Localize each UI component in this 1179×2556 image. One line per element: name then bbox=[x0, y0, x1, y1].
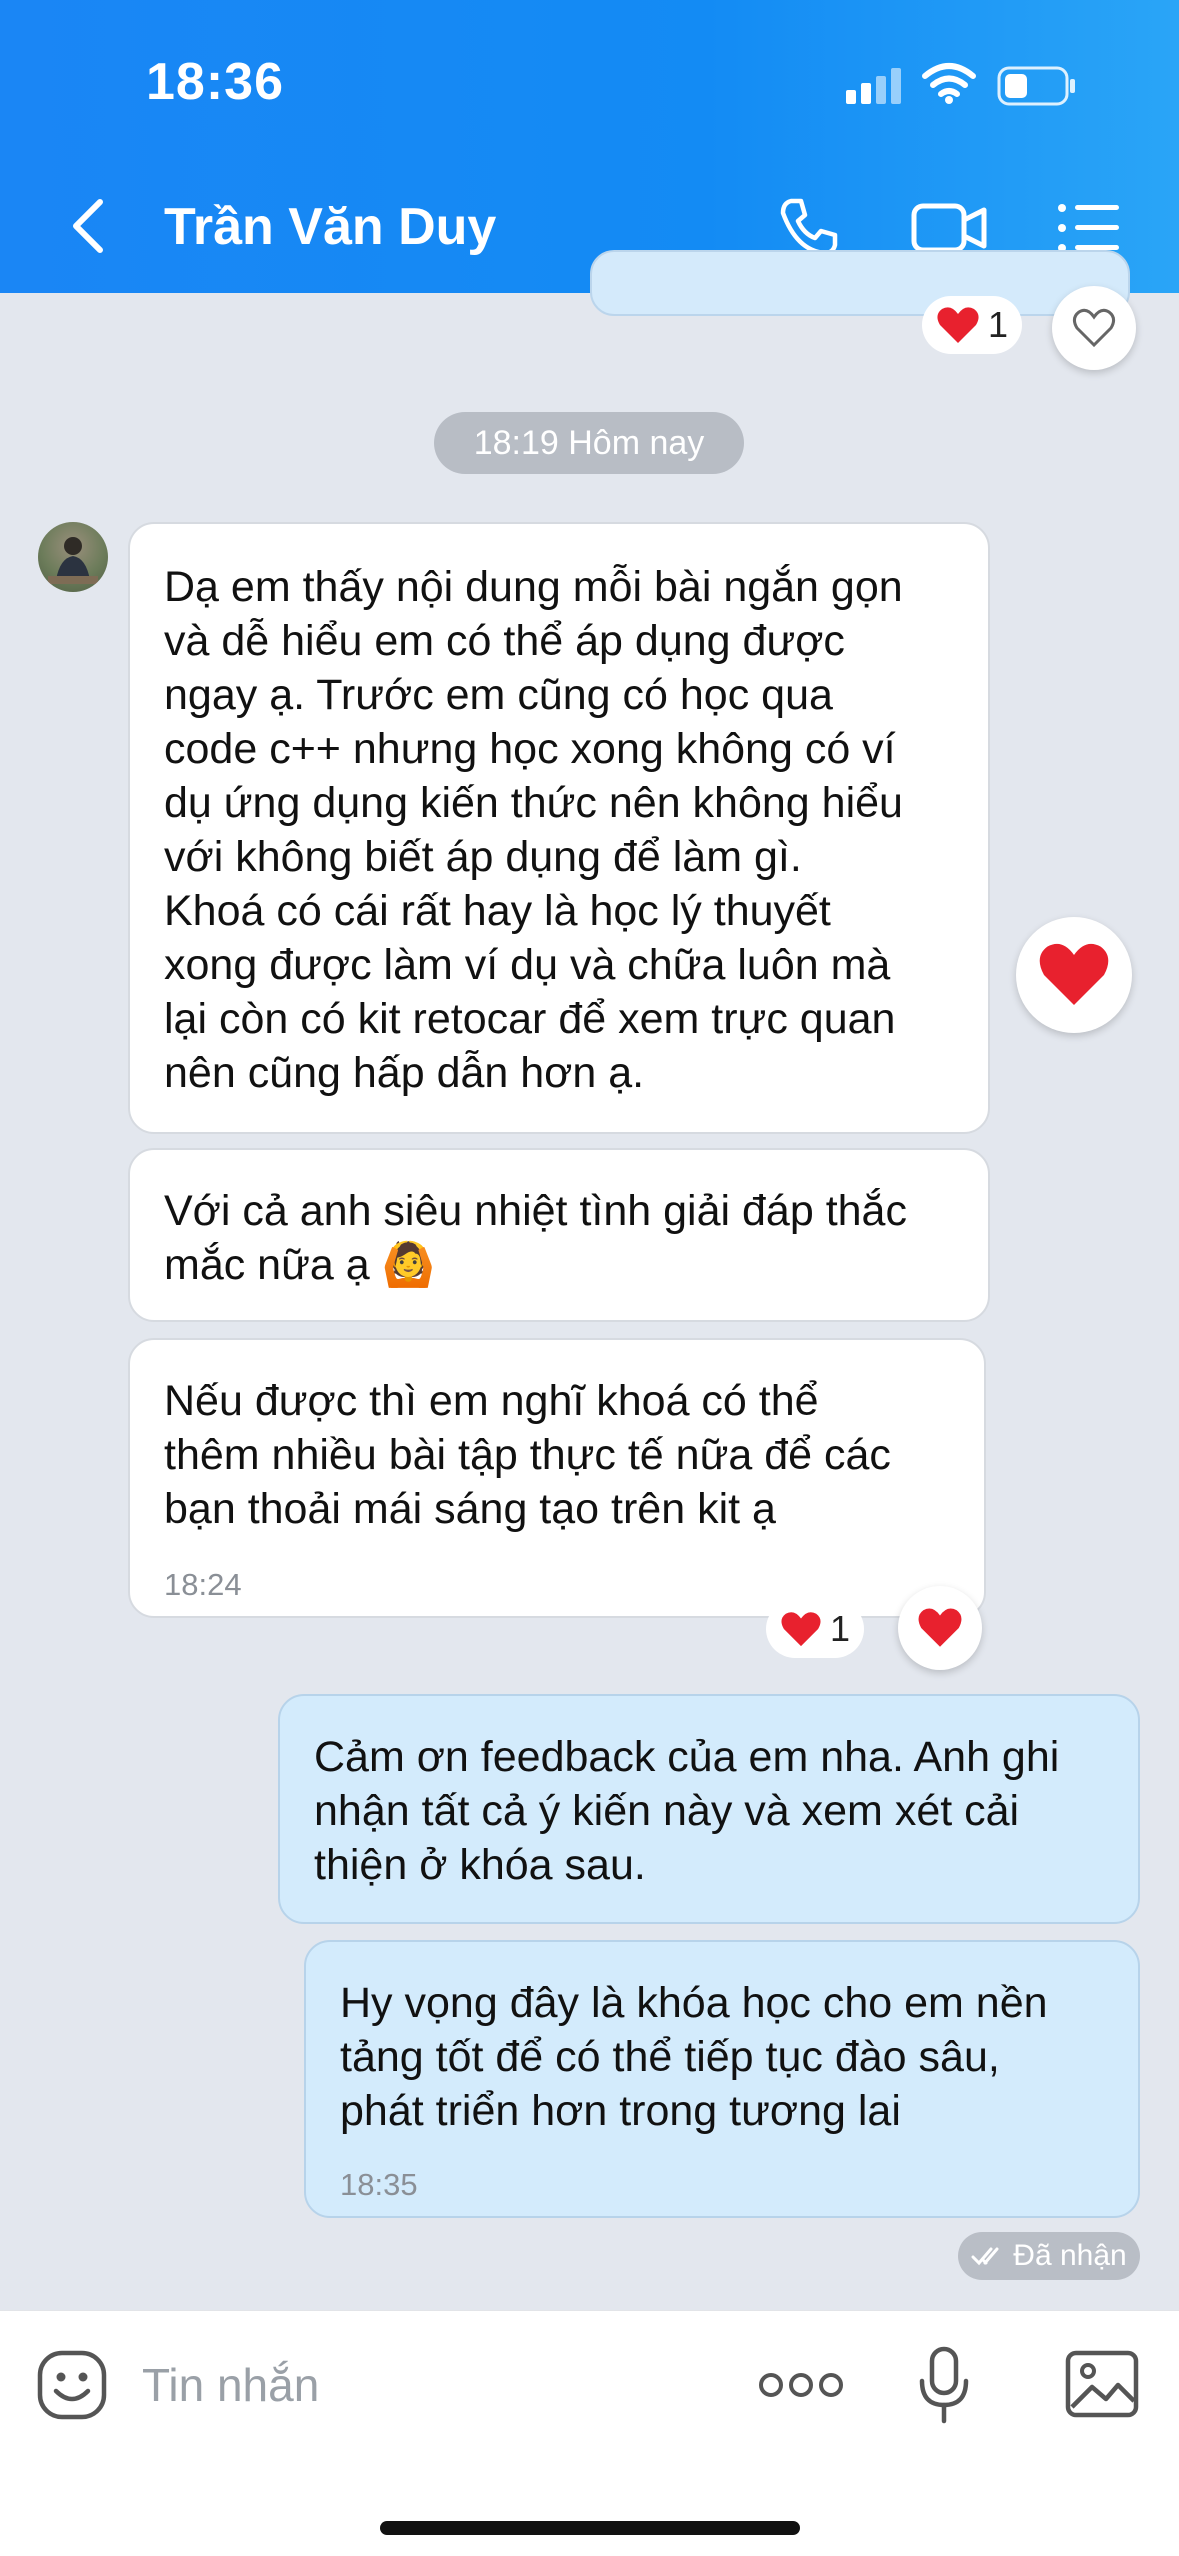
message-line: ngay ạ. Trước em cũng có học qua bbox=[164, 671, 833, 719]
home-indicator bbox=[380, 2521, 800, 2535]
battery-icon bbox=[997, 66, 1075, 106]
outgoing-message[interactable]: Cảm ơn feedback của em nha. Anh ghi nhận… bbox=[278, 1694, 1140, 1924]
react-button[interactable] bbox=[898, 1586, 982, 1670]
heart-outline-icon bbox=[1072, 308, 1116, 348]
heart-icon bbox=[918, 1608, 962, 1647]
message-line: Với cả anh siêu nhiệt tình giải đáp thắc bbox=[164, 1187, 907, 1235]
message-input-bar bbox=[0, 2310, 1179, 2556]
message-line: Hy vọng đây là khóa học cho em nền bbox=[340, 1979, 1048, 2027]
message-line: phát triển hơn trong tương lai bbox=[340, 2087, 901, 2135]
contact-avatar[interactable] bbox=[38, 522, 108, 592]
heart-icon bbox=[781, 1612, 821, 1647]
status-bar-time: 18:36 bbox=[146, 53, 284, 111]
video-camera-icon[interactable] bbox=[910, 198, 988, 258]
incoming-message[interactable]: Với cả anh siêu nhiệt tình giải đáp thắc… bbox=[128, 1148, 990, 1322]
message-line: thiện ở khóa sau. bbox=[314, 1841, 646, 1889]
cellular-signal-icon bbox=[846, 68, 901, 104]
wifi-icon bbox=[922, 63, 976, 104]
list-menu-icon[interactable] bbox=[1057, 202, 1121, 254]
sticker-icon[interactable] bbox=[36, 2349, 108, 2421]
message-line-with-emoji: mắc nữa ạ 🙆 bbox=[164, 1238, 907, 1292]
message-line: Cảm ơn feedback của em nha. Anh ghi bbox=[314, 1733, 1060, 1781]
message-line: mắc nữa ạ bbox=[164, 1241, 370, 1289]
message-line: dụ ứng dụng kiến thức nên không hiểu bbox=[164, 779, 903, 827]
image-icon[interactable] bbox=[1064, 2349, 1140, 2419]
heart-icon bbox=[937, 307, 979, 343]
message-line: Nếu được thì em nghĩ khoá có thể bbox=[164, 1377, 819, 1425]
more-dots-icon[interactable] bbox=[758, 2361, 844, 2409]
delivery-status: Đã nhận bbox=[958, 2232, 1140, 2280]
heart-icon bbox=[1039, 943, 1109, 1005]
message-line: xong được làm ví dụ và chữa luôn mà bbox=[164, 941, 891, 989]
message-line: Dạ em thấy nội dung mỗi bài ngắn gọn bbox=[164, 563, 903, 611]
message-line: tảng tốt để có thể tiếp tục đào sâu, bbox=[340, 2033, 1000, 2081]
incoming-message[interactable]: Nếu được thì em nghĩ khoá có thể thêm nh… bbox=[128, 1338, 986, 1618]
delivery-status-text: Đã nhận bbox=[1013, 2239, 1127, 2272]
message-line: và dễ hiểu em có thể áp dụng được bbox=[164, 617, 845, 665]
message-line: bạn thoải mái sáng tạo trên kit ạ bbox=[164, 1485, 776, 1533]
message-line: Khoá có cái rất hay là học lý thuyết bbox=[164, 887, 831, 935]
reaction-count: 1 bbox=[988, 304, 1009, 345]
message-line: nên cũng hấp dẫn hơn ạ. bbox=[164, 1049, 645, 1097]
message-line: code c++ nhưng học xong không có ví bbox=[164, 725, 896, 773]
message-line: lại còn có kit retocar để xem trực quan bbox=[164, 995, 896, 1043]
message-time: 18:35 bbox=[340, 2167, 418, 2202]
react-button[interactable] bbox=[1052, 286, 1136, 370]
outgoing-message[interactable]: Hy vọng đây là khóa học cho em nền tảng … bbox=[304, 1940, 1140, 2218]
reaction-count: 1 bbox=[830, 1608, 851, 1649]
reaction-summary[interactable]: 1 bbox=[922, 296, 1023, 354]
double-check-icon bbox=[971, 2247, 999, 2266]
incoming-message[interactable]: Dạ em thấy nội dung mỗi bài ngắn gọn và … bbox=[128, 522, 990, 1134]
reaction-summary[interactable]: 1 bbox=[766, 1600, 865, 1658]
message-time: 18:24 bbox=[164, 1567, 242, 1602]
react-button[interactable] bbox=[1016, 917, 1132, 1033]
emoji: 🙆 bbox=[381, 1241, 436, 1289]
message-line: thêm nhiều bài tập thực tế nữa để các bbox=[164, 1431, 891, 1479]
message-input[interactable] bbox=[142, 2349, 702, 2421]
previous-message-bubble[interactable] bbox=[590, 250, 1130, 316]
contact-name[interactable]: Trần Văn Duy bbox=[164, 197, 496, 257]
back-arrow-icon[interactable] bbox=[60, 196, 120, 256]
message-line: nhận tất cả ý kiến này và xem xét cải bbox=[314, 1787, 1020, 1835]
message-line: với không biết áp dụng để làm gì. bbox=[164, 833, 802, 881]
microphone-icon[interactable] bbox=[916, 2345, 972, 2425]
time-divider: 18:19 Hôm nay bbox=[434, 412, 744, 474]
